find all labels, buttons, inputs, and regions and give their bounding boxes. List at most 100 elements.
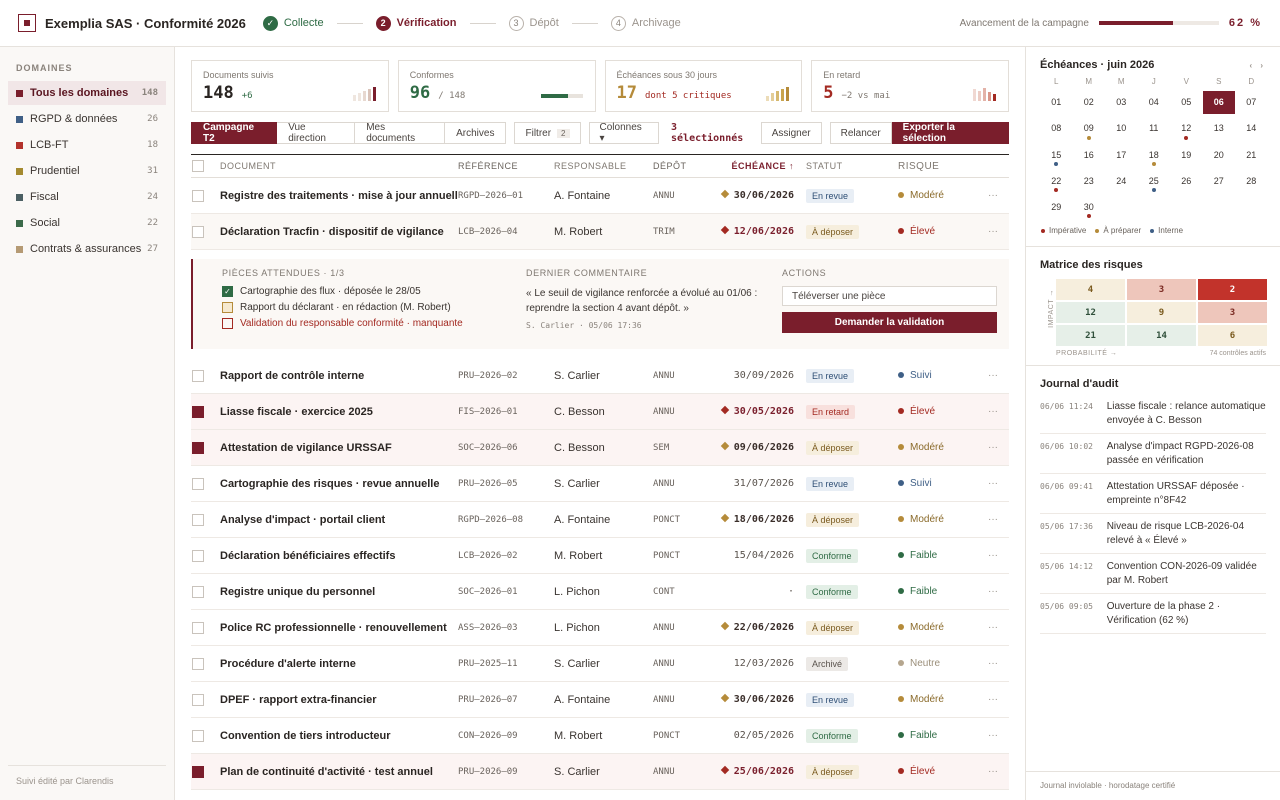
matrix-cell[interactable]: 12: [1056, 302, 1125, 324]
col-responsable[interactable]: RESPONSABLE: [554, 161, 653, 171]
calendar-day[interactable]: 24: [1105, 170, 1138, 196]
calendar-day[interactable]: 18: [1138, 144, 1171, 170]
table-row[interactable]: Police RC professionnelle · renouvelleme…: [191, 610, 1009, 646]
calendar-day[interactable]: 16: [1073, 144, 1106, 170]
calendar-day[interactable]: 26: [1170, 170, 1203, 196]
row-more-icon[interactable]: ···: [978, 550, 1008, 561]
matrix-cell[interactable]: 9: [1127, 302, 1196, 324]
row-checkbox[interactable]: [192, 369, 204, 382]
row-more-icon[interactable]: ···: [978, 586, 1008, 597]
document-name[interactable]: Liasse fiscale · exercice 2025: [220, 406, 458, 418]
view-tab-3[interactable]: Archives: [445, 122, 507, 144]
calendar-day[interactable]: 09: [1073, 117, 1106, 143]
calendar-day[interactable]: 22: [1040, 170, 1073, 196]
table-row[interactable]: Analyse d'impact · portail client RGPD–20…: [191, 502, 1009, 538]
calendar-day[interactable]: 01: [1040, 91, 1073, 117]
piece-item[interactable]: Validation du responsable conformité · m…: [222, 318, 463, 329]
col-statut[interactable]: STATUT: [802, 161, 898, 171]
calendar-nav-arrows[interactable]: ‹ ›: [1249, 61, 1266, 70]
kpi-card-1[interactable]: Conformes 96 / 148: [397, 60, 596, 112]
table-row[interactable]: Liasse fiscale · exercice 2025 FIS–2026–0…: [191, 394, 1009, 430]
row-checkbox[interactable]: [192, 513, 204, 526]
document-name[interactable]: Déclaration Tracfin · dispositif de vigi…: [220, 226, 458, 238]
select-all-checkbox[interactable]: [192, 160, 204, 172]
kpi-card-3[interactable]: En retard 5 −2 vs mai: [811, 60, 1009, 112]
document-name[interactable]: Convention de tiers introducteur: [220, 730, 458, 742]
matrix-cell[interactable]: 3: [1127, 279, 1196, 301]
sidebar-item-4[interactable]: Fiscal 24: [8, 185, 166, 209]
matrix-cell[interactable]: 14: [1127, 325, 1196, 347]
columns-button[interactable]: Colonnes ▾: [588, 122, 660, 144]
table-row[interactable]: DPEF · rapport extra-financier PRU–2026–0…: [191, 682, 1009, 718]
piece-checkbox[interactable]: [222, 318, 233, 329]
row-checkbox[interactable]: [192, 729, 204, 742]
row-checkbox[interactable]: [192, 225, 204, 238]
table-row[interactable]: Plan de continuité d'activité · test ann…: [191, 754, 1009, 790]
calendar-day[interactable]: 28: [1235, 170, 1268, 196]
audit-entry[interactable]: 05/06 09:05 Ouverture de la phase 2 · Vér…: [1040, 594, 1266, 635]
row-more-icon[interactable]: ···: [978, 190, 1008, 201]
row-more-icon[interactable]: ···: [978, 442, 1008, 453]
table-row[interactable]: Cartographie des risques · revue annuell…: [191, 466, 1009, 502]
col-reference[interactable]: RÉFÉRENCE: [458, 161, 554, 171]
calendar-day[interactable]: 06: [1202, 91, 1235, 114]
row-more-icon[interactable]: ···: [978, 658, 1008, 669]
col-echeance[interactable]: ÉCHÉANCE ↑: [716, 161, 802, 171]
row-checkbox[interactable]: [192, 405, 204, 418]
row-checkbox[interactable]: [192, 621, 204, 634]
export-selection-button[interactable]: Exporter la sélection: [891, 122, 1009, 144]
calendar-day[interactable]: 08: [1040, 117, 1073, 143]
col-document[interactable]: DOCUMENT: [220, 161, 458, 171]
col-risque[interactable]: RISQUE: [898, 161, 978, 172]
col-depot[interactable]: DÉPÔT: [653, 161, 716, 171]
calendar-day[interactable]: 07: [1235, 91, 1268, 117]
sidebar-item-6[interactable]: Contrats & assurances 27: [8, 237, 166, 261]
request-validation-button[interactable]: Demander la validation: [782, 312, 997, 333]
audit-entry[interactable]: 06/06 09:41 Attestation URSSAF déposée · …: [1040, 474, 1266, 515]
document-name[interactable]: Analyse d'impact · portail client: [220, 514, 458, 526]
matrix-cell[interactable]: 3: [1198, 302, 1267, 324]
document-name[interactable]: Police RC professionnelle · renouvelleme…: [220, 622, 458, 634]
calendar-day[interactable]: 30: [1073, 196, 1106, 222]
matrix-cell[interactable]: 6: [1198, 325, 1267, 347]
document-name[interactable]: Rapport de contrôle interne: [220, 370, 458, 382]
row-more-icon[interactable]: ···: [978, 730, 1008, 741]
calendar-day[interactable]: 15: [1040, 144, 1073, 170]
calendar-day[interactable]: 02: [1073, 91, 1106, 117]
remind-button[interactable]: Relancer: [829, 122, 892, 144]
filter-button[interactable]: Filtrer 2: [514, 122, 581, 144]
assign-button[interactable]: Assigner: [760, 122, 822, 144]
calendar-day[interactable]: 11: [1138, 117, 1171, 143]
row-checkbox[interactable]: [192, 585, 204, 598]
calendar-day[interactable]: 20: [1203, 144, 1236, 170]
calendar-day[interactable]: 13: [1203, 117, 1236, 143]
row-more-icon[interactable]: ···: [978, 622, 1008, 633]
table-row[interactable]: Registre unique du personnel SOC–2026–01 L…: [191, 574, 1009, 610]
document-name[interactable]: Attestation de vigilance URSSAF: [220, 442, 458, 454]
sidebar-item-3[interactable]: Prudentiel 31: [8, 159, 166, 183]
upload-piece-field[interactable]: Téléverser une pièce: [782, 286, 997, 306]
row-more-icon[interactable]: ···: [978, 406, 1008, 417]
row-more-icon[interactable]: ···: [978, 514, 1008, 525]
document-name[interactable]: Registre unique du personnel: [220, 586, 458, 598]
row-checkbox[interactable]: [192, 693, 204, 706]
row-checkbox[interactable]: [192, 549, 204, 562]
calendar-day[interactable]: 19: [1170, 144, 1203, 170]
table-row[interactable]: Rapport de contrôle interne PRU–2026–02 S.…: [191, 358, 1009, 394]
row-checkbox[interactable]: [192, 441, 204, 454]
document-name[interactable]: Registre des traitements · mise à jour a…: [220, 190, 458, 202]
calendar-day[interactable]: 17: [1105, 144, 1138, 170]
calendar-day[interactable]: 27: [1203, 170, 1236, 196]
calendar-day[interactable]: 12: [1170, 117, 1203, 143]
row-checkbox[interactable]: [192, 477, 204, 490]
view-tab-2[interactable]: Mes documents: [355, 122, 446, 144]
calendar-day[interactable]: 29: [1040, 196, 1073, 222]
calendar-day[interactable]: 14: [1235, 117, 1268, 143]
piece-item[interactable]: ✓ Cartographie des flux · déposée le 28/0…: [222, 286, 463, 297]
calendar-day[interactable]: 04: [1138, 91, 1171, 117]
document-name[interactable]: Cartographie des risques · revue annuell…: [220, 478, 458, 490]
row-checkbox[interactable]: [192, 765, 204, 778]
audit-entry[interactable]: 06/06 10:02 Analyse d'impact RGPD-2026-08…: [1040, 434, 1266, 475]
piece-checkbox[interactable]: ✓: [222, 286, 233, 297]
step-1[interactable]: ✓ Collecte: [262, 15, 324, 31]
